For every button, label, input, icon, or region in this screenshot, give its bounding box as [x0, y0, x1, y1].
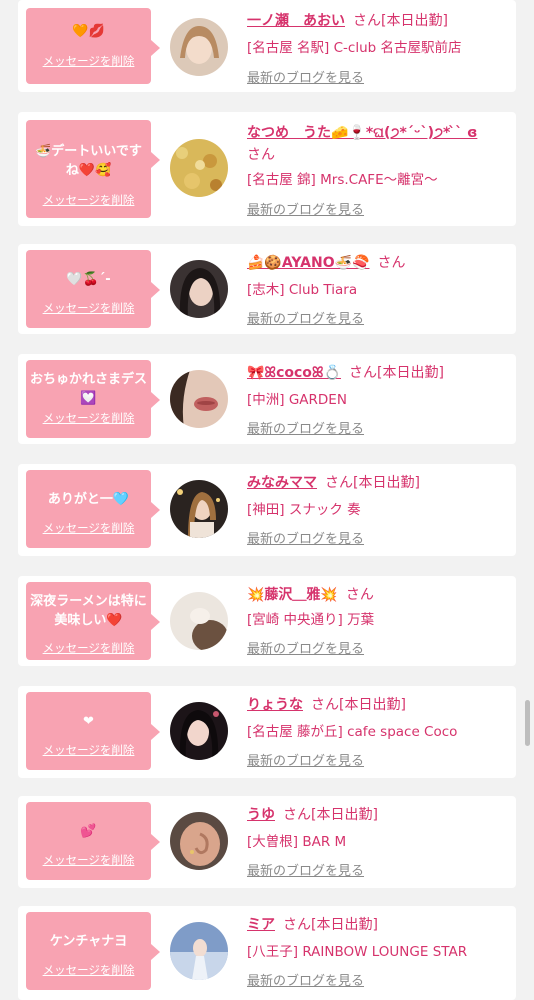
scrollbar[interactable] [525, 700, 530, 746]
message-text: 🍜デートいいですね❤️🥰 [35, 144, 142, 178]
message-text: おちゅかれさまデス💟 [30, 372, 148, 406]
message-text: ❤ [83, 714, 94, 729]
san-status: さん[本日出勤] [325, 475, 420, 491]
avatar[interactable] [170, 592, 228, 650]
latest-blog-link[interactable]: 最新のブログを見る [247, 67, 508, 86]
shop-name: [名古屋 藤が丘] cafe space Coco [247, 724, 458, 740]
message-text: 🤍🍒´- [66, 272, 111, 287]
latest-blog-link[interactable]: 最新のブログを見る [247, 750, 508, 769]
latest-blog-link[interactable]: 最新のブログを見る [247, 970, 508, 989]
latest-blog-link[interactable]: 最新のブログを見る [247, 528, 508, 547]
san-status: さん [345, 587, 374, 603]
avatar[interactable] [170, 922, 228, 980]
cast-name-link[interactable]: 一ノ瀬 あおい [247, 13, 345, 29]
cast-name-link[interactable]: 🍰🍪AYANO🍜🍣 [247, 255, 369, 271]
san-status: さん[本日出勤] [283, 917, 378, 933]
cast-name-link[interactable]: みなみママ [247, 475, 317, 491]
avatar[interactable] [170, 702, 228, 760]
shop-name: [八王子] RAINBOW LOUNGE STAR [247, 944, 468, 960]
delete-message-link[interactable]: メッセージを削除 [26, 742, 151, 758]
latest-blog-link[interactable]: 最新のブログを見る [247, 418, 508, 437]
san-status: さん [247, 147, 275, 163]
latest-blog-link[interactable]: 最新のブログを見る [247, 308, 508, 327]
cast-name-link[interactable]: なつめ うた🧀🍷*ଘ(੭*ˊᵕˋ)੭* ̀ˋ ɞ [247, 125, 477, 141]
message-bubble: ありがと一🩵 メッセージを削除 [26, 470, 160, 548]
avatar[interactable] [170, 260, 228, 318]
san-status: さん[本日出勤] [283, 807, 378, 823]
message-bubble: おちゅかれさまデス💟 メッセージを削除 [26, 360, 160, 438]
message-text: ケンチャナヨ [49, 934, 128, 949]
list-item: 🍜デートいいですね❤️🥰 メッセージを削除 なつめ うた🧀🍷*ଘ(੭*ˊᵕˋ)੭… [18, 112, 516, 226]
message-bubble: ❤ メッセージを削除 [26, 692, 160, 770]
latest-blog-link[interactable]: 最新のブログを見る [247, 860, 508, 879]
san-status: さん[本日出勤] [353, 13, 448, 29]
shop-name: [宮崎 中央通り] 万葉 [247, 612, 375, 628]
message-bubble: 💕 メッセージを削除 [26, 802, 160, 880]
shop-name: [神田] スナック 奏 [247, 502, 361, 518]
shop-name: [中洲] GARDEN [247, 392, 347, 408]
cast-name-link[interactable]: 💥藤沢＿雅💥 [247, 587, 338, 603]
delete-message-link[interactable]: メッセージを削除 [26, 852, 151, 868]
message-bubble: 🧡💋 メッセージを削除 [26, 8, 160, 84]
message-bubble: 🤍🍒´- メッセージを削除 [26, 250, 160, 328]
delete-message-link[interactable]: メッセージを削除 [26, 520, 151, 536]
avatar[interactable] [170, 812, 228, 870]
message-bubble: 深夜ラーメンは特に美味しい❤️ メッセージを削除 [26, 582, 160, 660]
message-text: 💕 [80, 824, 97, 839]
message-bubble: ケンチャナヨ メッセージを削除 [26, 912, 160, 990]
delete-message-link[interactable]: メッセージを削除 [26, 192, 151, 208]
list-item: 🧡💋 メッセージを削除 一ノ瀬 あおい さん[本日出勤] [名古屋 名駅] C-c… [18, 0, 516, 92]
delete-message-link[interactable]: メッセージを削除 [26, 962, 151, 978]
cast-name-link[interactable]: りょうな [247, 697, 303, 713]
list-item: 💕 メッセージを削除 うゆ さん[本日出勤] [大曽根] BAR M 最新のブログ… [18, 796, 516, 888]
san-status: さん[本日出勤] [349, 365, 444, 381]
cast-name-link[interactable]: ミア [247, 917, 275, 933]
avatar[interactable] [170, 18, 228, 76]
cast-name-link[interactable]: 🎀ꕤcocoꕤ💍 [247, 365, 341, 381]
list-item: おちゅかれさまデス💟 メッセージを削除 🎀ꕤcocoꕤ💍 さん[本日出勤] [中洲… [18, 354, 516, 444]
list-item: ありがと一🩵 メッセージを削除 みなみママ さん[本日出勤] [神田] スナック … [18, 464, 516, 556]
delete-message-link[interactable]: メッセージを削除 [26, 300, 151, 316]
san-status: さん[本日出勤] [311, 697, 406, 713]
shop-name: [大曽根] BAR M [247, 834, 347, 850]
message-text: ありがと一🩵 [47, 492, 130, 507]
message-text: 🧡💋 [72, 24, 105, 39]
list-item: ❤ メッセージを削除 りょうな さん[本日出勤] [名古屋 藤が丘] cafe s… [18, 686, 516, 778]
latest-blog-link[interactable]: 最新のブログを見る [247, 199, 508, 218]
delete-message-link[interactable]: メッセージを削除 [26, 640, 151, 656]
list-item: 深夜ラーメンは特に美味しい❤️ メッセージを削除 💥藤沢＿雅💥 さん [宮崎 中央… [18, 576, 516, 666]
delete-message-link[interactable]: メッセージを削除 [26, 53, 151, 69]
latest-blog-link[interactable]: 最新のブログを見る [247, 638, 508, 657]
list-item: 🤍🍒´- メッセージを削除 🍰🍪AYANO🍜🍣 さん [志木] Club Tiar… [18, 244, 516, 334]
avatar[interactable] [170, 480, 228, 538]
shop-name: [名古屋 名駅] C-club 名古屋駅前店 [247, 40, 462, 56]
delete-message-link[interactable]: メッセージを削除 [26, 410, 151, 426]
shop-name: [志木] Club Tiara [247, 282, 358, 298]
avatar[interactable] [170, 370, 228, 428]
cast-name-link[interactable]: うゆ [247, 807, 275, 823]
message-text: 深夜ラーメンは特に美味しい❤️ [30, 594, 147, 628]
san-status: さん [377, 255, 406, 271]
message-bubble: 🍜デートいいですね❤️🥰 メッセージを削除 [26, 120, 160, 218]
list-item: ケンチャナヨ メッセージを削除 ミア さん[本日出勤] [八王子] RAINBOW… [18, 906, 516, 1000]
shop-name: [名古屋 錦] Mrs.CAFE～離宮～ [247, 172, 438, 188]
avatar[interactable] [170, 139, 228, 197]
